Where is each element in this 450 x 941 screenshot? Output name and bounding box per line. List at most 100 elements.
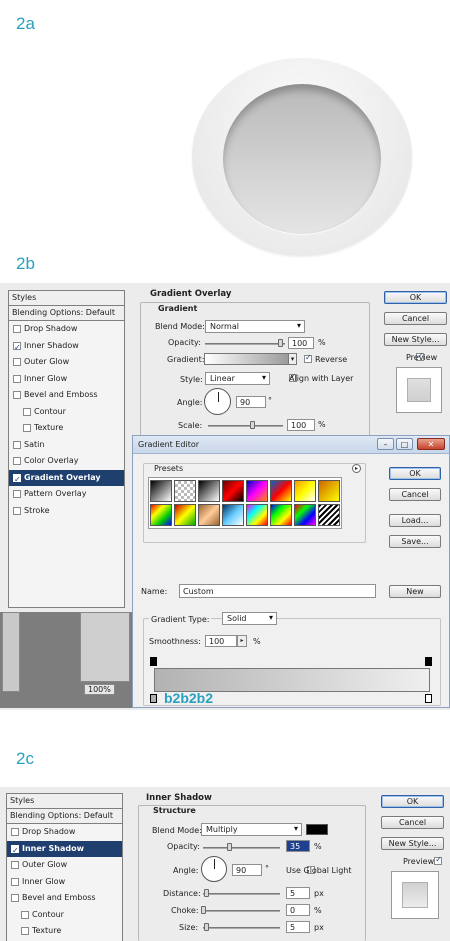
- style-item-contour[interactable]: Contour: [9, 404, 124, 421]
- style-item-drop-shadow[interactable]: Drop Shadow: [7, 824, 122, 841]
- style-item-checkbox[interactable]: [23, 424, 31, 433]
- size-input[interactable]: 5: [286, 921, 310, 933]
- smoothness-arrow-icon[interactable]: ▸: [237, 635, 247, 647]
- distance-input[interactable]: 5: [286, 887, 310, 899]
- style-item-contour[interactable]: Contour: [7, 907, 122, 924]
- preset-swatch[interactable]: [150, 504, 172, 526]
- style-item-stroke[interactable]: Stroke: [9, 503, 124, 520]
- blend-mode-select[interactable]: Multiply: [201, 823, 302, 836]
- gradient-picker-arrow[interactable]: ▾: [288, 353, 297, 365]
- preset-swatch[interactable]: [174, 480, 196, 502]
- style-item-checkbox[interactable]: [13, 472, 21, 488]
- shadow-color-swatch[interactable]: [306, 824, 328, 835]
- style-item-color-overlay[interactable]: Color Overlay: [9, 453, 124, 470]
- blend-mode-select[interactable]: Normal: [205, 320, 305, 333]
- gradient-name-input[interactable]: Custom: [179, 584, 376, 598]
- maximize-icon[interactable]: □: [396, 438, 413, 450]
- choke-slider-thumb[interactable]: [201, 906, 206, 914]
- style-item-gradient-overlay[interactable]: Gradient Overlay: [9, 469, 124, 488]
- style-item-checkbox[interactable]: [13, 374, 21, 383]
- style-item-checkbox[interactable]: [13, 440, 21, 449]
- styles-header[interactable]: Styles: [7, 794, 122, 809]
- style-item-checkbox[interactable]: [13, 358, 21, 367]
- preset-swatch[interactable]: [222, 480, 244, 502]
- style-item-checkbox[interactable]: [13, 457, 21, 466]
- style-item-checkbox[interactable]: [13, 340, 21, 356]
- preset-swatch[interactable]: [222, 504, 244, 526]
- zoom-level[interactable]: 100%: [84, 684, 115, 695]
- style-item-drop-shadow[interactable]: Drop Shadow: [9, 321, 124, 338]
- style-item-outer-glow[interactable]: Outer Glow: [9, 354, 124, 371]
- opacity-slider-thumb[interactable]: [227, 843, 232, 851]
- choke-input[interactable]: 0: [286, 904, 310, 916]
- preset-swatch[interactable]: [246, 504, 268, 526]
- style-item-bevel-and-emboss[interactable]: Bevel and Emboss: [9, 387, 124, 404]
- style-item-satin[interactable]: Satin: [9, 437, 124, 454]
- preset-swatch[interactable]: [246, 480, 268, 502]
- ok-button-2c[interactable]: OK: [381, 795, 444, 808]
- ok-button-2b[interactable]: OK: [384, 291, 447, 304]
- style-item-checkbox[interactable]: [13, 391, 21, 400]
- blending-options-item[interactable]: Blending Options: Default: [9, 306, 124, 321]
- preset-swatch[interactable]: [294, 480, 316, 502]
- scale-input[interactable]: 100: [287, 419, 315, 431]
- new-style-button-2c[interactable]: New Style...: [381, 837, 444, 850]
- smoothness-input[interactable]: 100: [205, 635, 237, 647]
- style-item-inner-shadow[interactable]: Inner Shadow: [9, 338, 124, 356]
- preset-swatch[interactable]: [198, 480, 220, 502]
- gradient-editor-titlebar[interactable]: Gradient Editor – □ ✕: [133, 436, 449, 454]
- style-item-bevel-and-emboss[interactable]: Bevel and Emboss: [7, 890, 122, 907]
- preset-swatch[interactable]: [270, 480, 292, 502]
- style-item-checkbox[interactable]: [13, 506, 21, 515]
- new-style-button-2b[interactable]: New Style...: [384, 333, 447, 346]
- preset-swatch[interactable]: [294, 504, 316, 526]
- color-stop-left[interactable]: [150, 694, 157, 703]
- opacity-stop-right[interactable]: [425, 657, 432, 666]
- color-stop-right[interactable]: [425, 694, 432, 703]
- preview-checkbox-2c[interactable]: [434, 855, 443, 865]
- blending-options-item[interactable]: Blending Options: Default: [7, 809, 122, 824]
- style-item-checkbox[interactable]: [13, 325, 21, 334]
- cancel-button-2b[interactable]: Cancel: [384, 312, 447, 325]
- preset-swatch[interactable]: [318, 480, 340, 502]
- style-item-texture[interactable]: Texture: [9, 420, 124, 437]
- new-gradient-button[interactable]: New: [389, 585, 441, 598]
- preset-swatch[interactable]: [318, 504, 340, 526]
- ok-button-gradient-editor[interactable]: OK: [389, 467, 441, 480]
- style-item-inner-shadow[interactable]: Inner Shadow: [7, 840, 122, 859]
- reverse-checkbox[interactable]: [304, 353, 312, 363]
- distance-slider-thumb[interactable]: [204, 889, 209, 897]
- angle-dial[interactable]: [204, 388, 231, 415]
- size-slider[interactable]: [203, 927, 280, 929]
- scale-slider[interactable]: [208, 425, 283, 427]
- opacity-slider[interactable]: [205, 343, 285, 345]
- style-item-inner-glow[interactable]: Inner Glow: [9, 371, 124, 388]
- style-item-checkbox[interactable]: [23, 407, 31, 416]
- choke-slider[interactable]: [203, 910, 280, 912]
- scrollbar-vertical[interactable]: [2, 612, 20, 692]
- cancel-button-gradient-editor[interactable]: Cancel: [389, 488, 441, 501]
- gradient-type-select[interactable]: Solid: [222, 612, 277, 625]
- opacity-input[interactable]: 100: [288, 337, 314, 349]
- preset-swatch[interactable]: [150, 480, 172, 502]
- preset-swatch[interactable]: [174, 504, 196, 526]
- close-icon[interactable]: ✕: [417, 438, 445, 450]
- style-item-checkbox[interactable]: [11, 861, 19, 870]
- presets-menu-icon[interactable]: ▸: [352, 464, 361, 473]
- distance-slider[interactable]: [203, 893, 280, 895]
- style-item-pattern-overlay[interactable]: Pattern Overlay: [9, 486, 124, 503]
- cancel-button-2c[interactable]: Cancel: [381, 816, 444, 829]
- save-button[interactable]: Save...: [389, 535, 441, 548]
- minimize-icon[interactable]: –: [377, 438, 394, 450]
- opacity-stop-left[interactable]: [150, 657, 157, 666]
- angle-input[interactable]: 90: [236, 396, 266, 408]
- opacity-slider-thumb[interactable]: [278, 339, 283, 347]
- opacity-slider[interactable]: [203, 847, 280, 849]
- load-button[interactable]: Load...: [389, 514, 441, 527]
- size-slider-thumb[interactable]: [204, 923, 209, 931]
- style-item-texture[interactable]: Texture: [7, 923, 122, 940]
- angle-dial[interactable]: [201, 856, 227, 882]
- style-item-checkbox[interactable]: [11, 828, 19, 837]
- scale-slider-thumb[interactable]: [250, 421, 255, 429]
- style-item-checkbox[interactable]: [11, 894, 19, 903]
